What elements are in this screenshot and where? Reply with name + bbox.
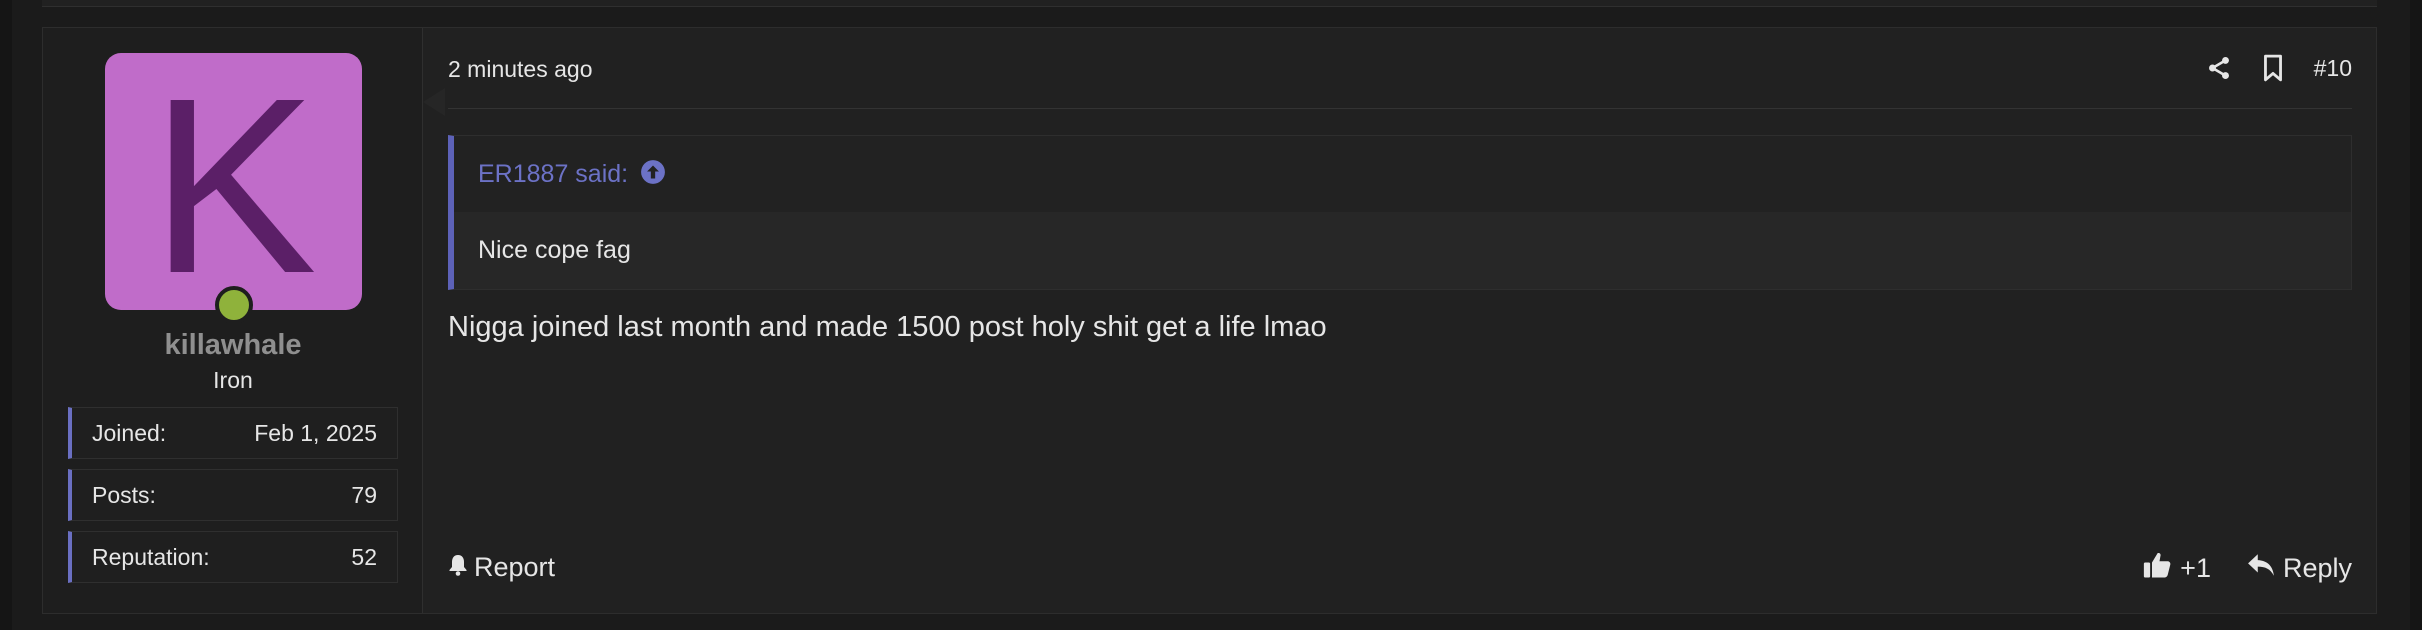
- user-sidebar: K killawhale Iron Joined: Feb 1, 2025 Po…: [43, 28, 423, 613]
- like-count: +1: [2180, 553, 2211, 583]
- like-button[interactable]: +1: [2142, 550, 2211, 587]
- forum-post: K killawhale Iron Joined: Feb 1, 2025 Po…: [42, 27, 2377, 614]
- avatar-letter: K: [150, 45, 317, 325]
- report-label: Report: [474, 552, 556, 582]
- quote-author-link[interactable]: ER1887 said:: [478, 160, 628, 189]
- post-timestamp[interactable]: 2 minutes ago: [448, 56, 592, 83]
- stat-reputation: Reputation: 52: [68, 531, 398, 583]
- quote-text: Nice cope fag: [478, 236, 631, 264]
- quote-header: ER1887 said:: [454, 136, 2351, 212]
- post-message: Nigga joined last month and made 1500 po…: [448, 311, 1327, 343]
- previous-post-edge: [42, 0, 2377, 7]
- reply-arrow-icon: [2247, 552, 2275, 585]
- header-divider: [448, 108, 2352, 109]
- username[interactable]: killawhale: [43, 329, 423, 362]
- bookmark-icon[interactable]: [2262, 54, 2284, 82]
- stat-posts-value: 79: [351, 481, 377, 508]
- stat-posts: Posts: 79: [68, 469, 398, 521]
- stat-joined: Joined: Feb 1, 2025: [68, 407, 398, 459]
- post-content: 2 minutes ago #10 ER1887 said: Nice cope…: [424, 28, 2376, 613]
- report-button[interactable]: Report: [448, 552, 555, 583]
- page-rail-right: [2410, 0, 2422, 630]
- post-footer-actions: +1 Reply: [2142, 550, 2352, 587]
- arrow-circle-up-icon[interactable]: [640, 159, 666, 190]
- page-rail-left: [0, 0, 12, 630]
- stat-reputation-value: 52: [351, 543, 377, 570]
- stat-posts-label: Posts:: [92, 481, 156, 508]
- avatar[interactable]: K: [105, 53, 362, 310]
- post-number-link[interactable]: #10: [2314, 55, 2352, 82]
- reply-button[interactable]: Reply: [2247, 552, 2352, 585]
- stat-joined-value: Feb 1, 2025: [254, 419, 377, 446]
- thumbs-up-icon: [2142, 550, 2172, 587]
- stat-joined-label: Joined:: [92, 419, 167, 446]
- reply-label: Reply: [2282, 553, 2352, 583]
- bell-icon: [448, 552, 468, 583]
- post-header-actions: #10: [2206, 54, 2352, 82]
- user-title: Iron: [213, 367, 253, 393]
- quote-block: ER1887 said: Nice cope fag: [448, 135, 2352, 290]
- share-icon[interactable]: [2206, 55, 2232, 81]
- stat-reputation-label: Reputation:: [92, 543, 210, 570]
- online-status-indicator: [215, 286, 253, 324]
